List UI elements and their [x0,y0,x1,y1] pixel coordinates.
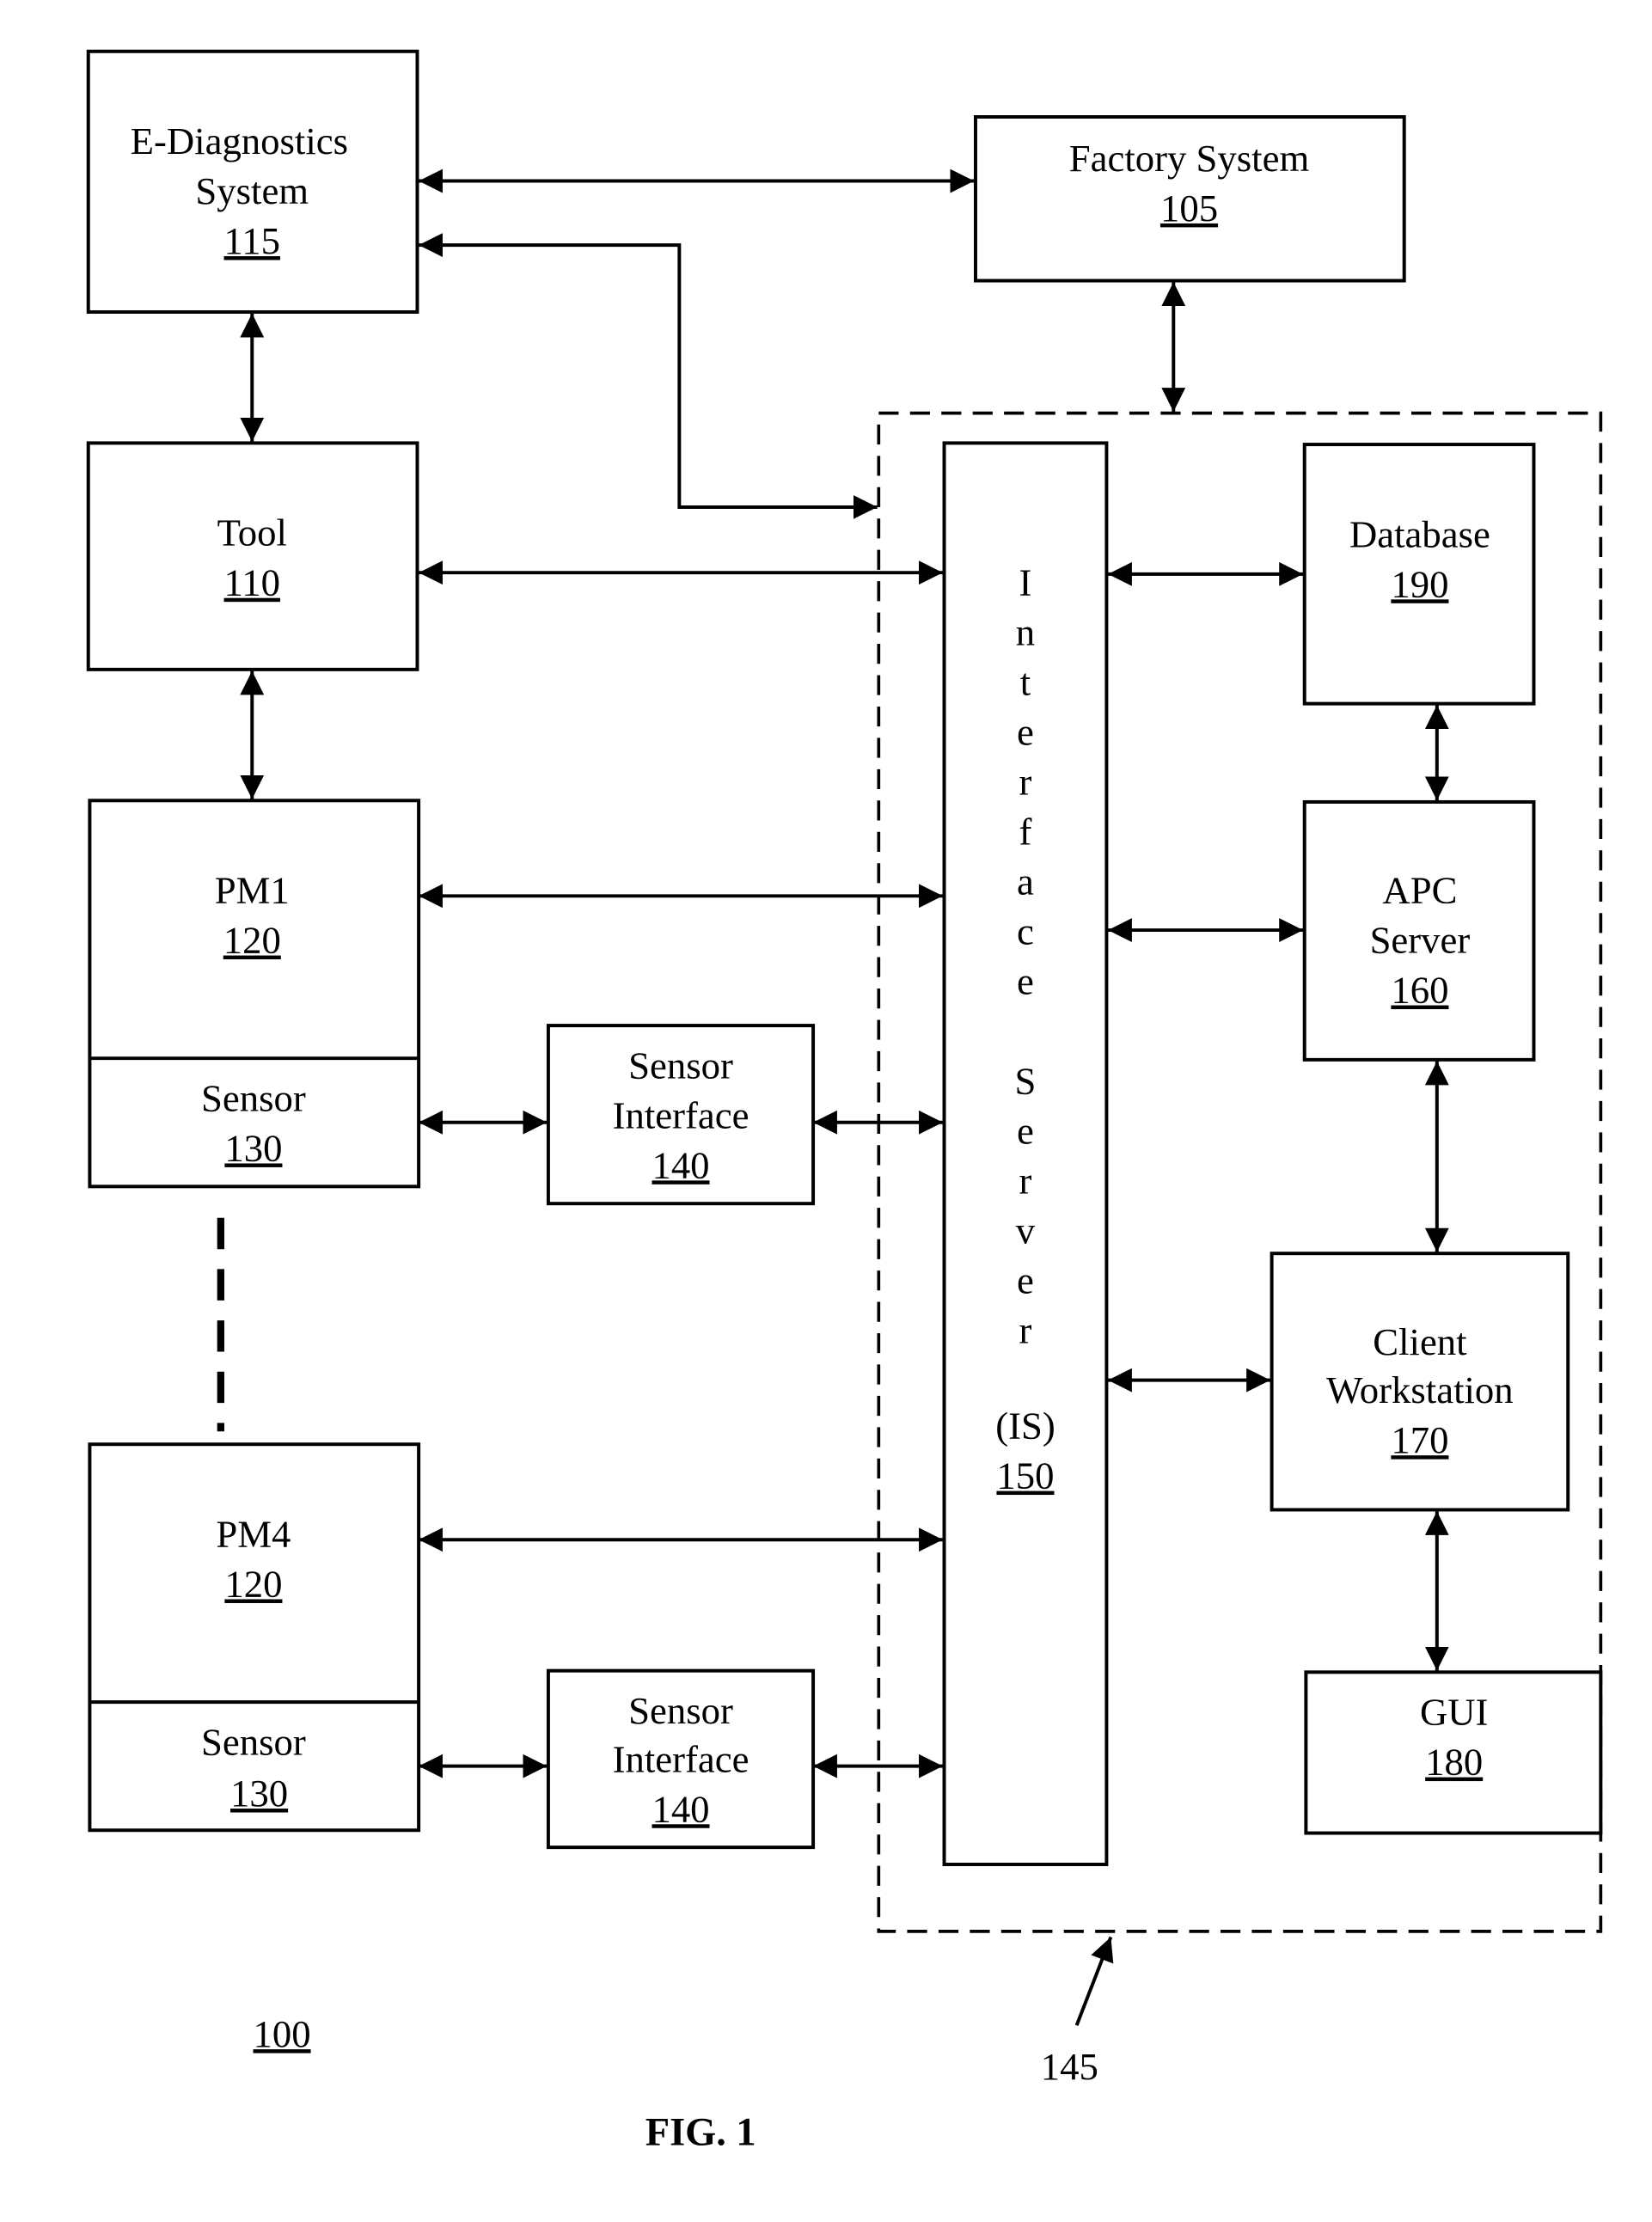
tool-box[interactable] [86,441,419,671]
ediag-label-1: E-Diagnostics [131,119,348,162]
factory-ref: 105 [1160,187,1218,230]
sensor1-ref: 130 [224,1126,282,1169]
is-letter: c [1017,910,1034,953]
factory-label: Factory System [1069,137,1310,180]
is-letter: e [1017,960,1034,1003]
is-letter: r [1019,761,1032,804]
database-ref: 190 [1391,562,1448,605]
is-box[interactable] [942,441,1109,1866]
pm4-ref: 120 [224,1563,282,1606]
pm4-label: PM4 [216,1513,291,1556]
arrow-ediag-group [419,233,878,519]
sensorif4-label-2: Interface [613,1737,750,1780]
sensorif1-label-1: Sensor [628,1044,733,1087]
system-ref-100: 100 [254,2012,311,2055]
database-label: Database [1349,512,1490,555]
apc-label-2: Server [1370,919,1471,962]
gui-label: GUI [1420,1691,1488,1734]
is-ref: 150 [996,1454,1054,1497]
is-letter: n [1016,611,1035,654]
is-letter: S [1015,1060,1037,1103]
sensorif1-ref: 140 [652,1143,709,1186]
client-label-1: Client [1373,1320,1467,1363]
sensor1-label: Sensor [201,1077,306,1120]
sensorif4-ref: 140 [652,1787,709,1830]
is-abbr: (IS) [995,1405,1055,1448]
pm1-ref: 120 [223,919,281,962]
sensor4-label: Sensor [201,1720,306,1763]
sensorif1-label-2: Interface [613,1093,750,1136]
diagram-canvas: E-Diagnostics System 115 Factory System … [86,49,1603,2154]
is-letter: v [1016,1209,1036,1252]
tool-ref: 110 [224,561,280,604]
ediag-ref: 115 [224,219,280,262]
pointer-145 [1074,1936,1114,2026]
ediag-label-2: System [195,169,309,212]
is-letter: e [1017,1110,1034,1153]
is-letter: f [1019,811,1032,854]
sensorif4-label-1: Sensor [628,1689,733,1732]
sensor4-ref: 130 [230,1772,288,1815]
is-letter: r [1019,1309,1032,1352]
is-letter: e [1017,1259,1034,1302]
group-ref-145: 145 [1041,2045,1098,2088]
is-letter: r [1019,1160,1032,1203]
client-label-2: Workstation [1326,1368,1513,1411]
apc-label-1: APC [1382,869,1457,912]
client-ref: 170 [1391,1418,1448,1461]
tool-label: Tool [217,511,287,554]
is-letter: t [1020,661,1031,704]
gui-ref: 180 [1425,1741,1483,1784]
is-letter: a [1017,860,1034,903]
is-letter: e [1017,711,1034,754]
is-letter: I [1019,561,1032,604]
figure-caption: FIG. 1 [646,2110,756,2154]
pm1-label: PM1 [215,869,290,912]
apc-ref: 160 [1391,969,1448,1012]
